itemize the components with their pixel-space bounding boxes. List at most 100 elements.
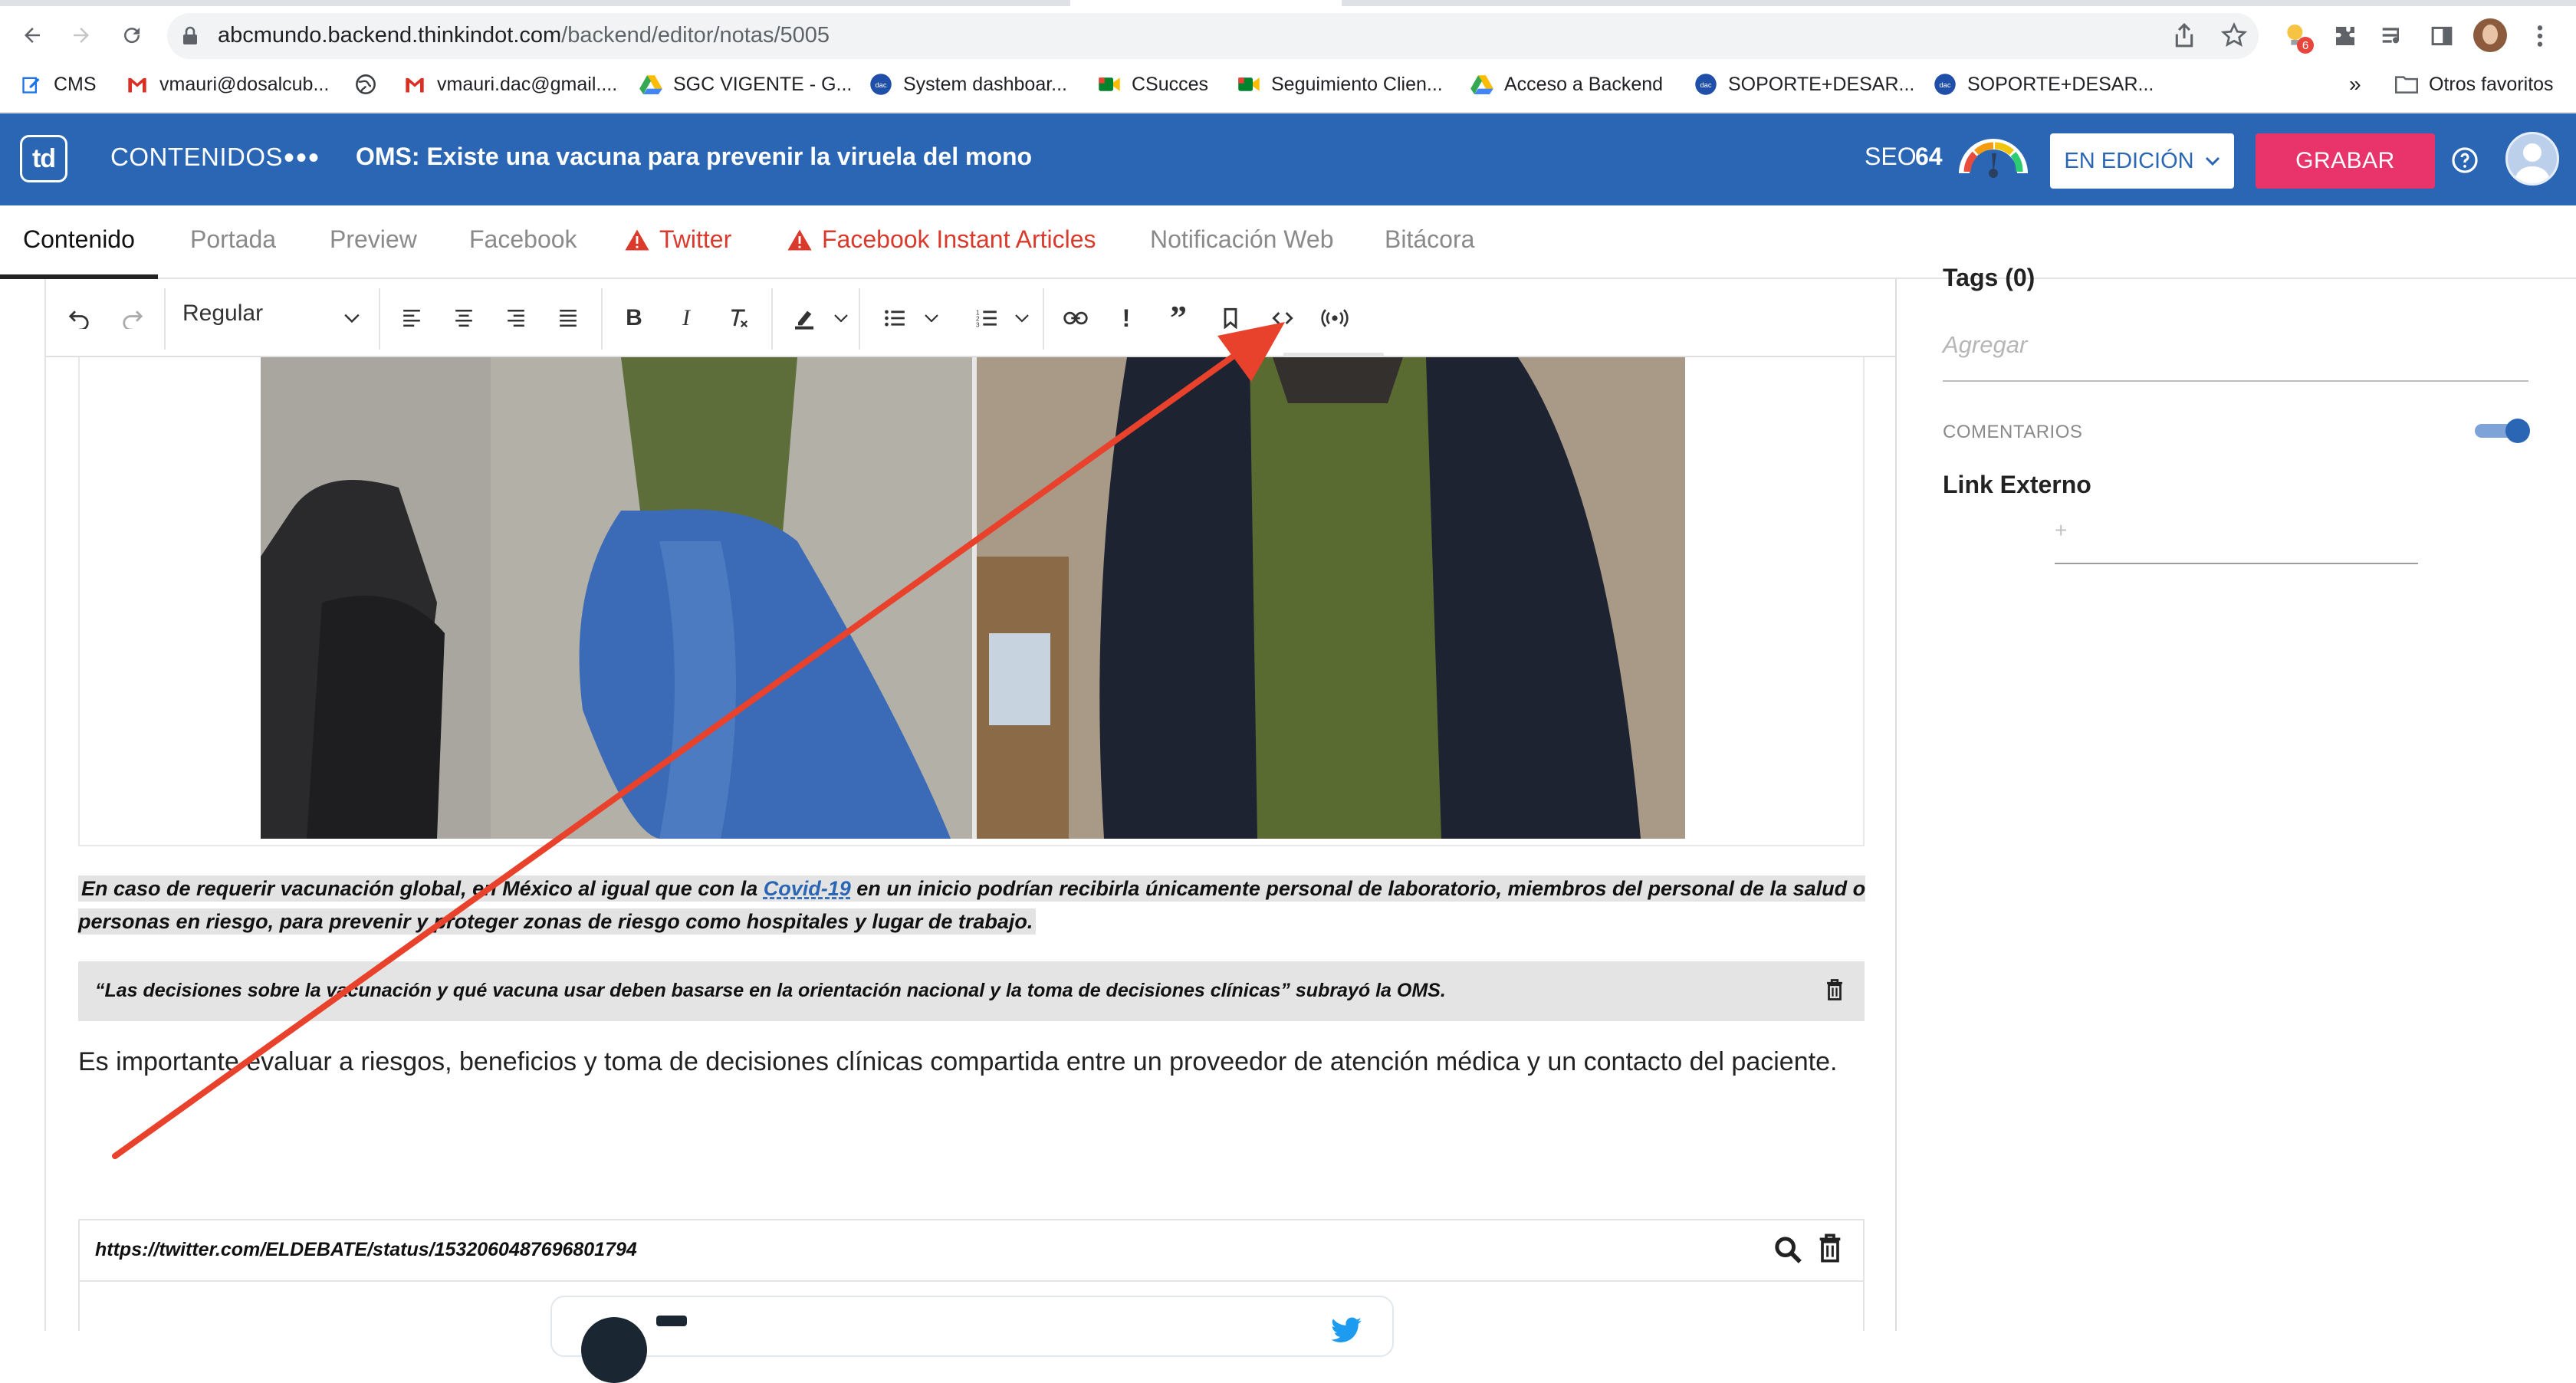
embed-code-icon[interactable] [1265,301,1300,336]
body-paragraph[interactable]: Es importante evaluar a riesgos, benefic… [78,1047,1837,1077]
profile-avatar[interactable] [2473,18,2507,52]
svg-text:dac: dac [1700,81,1711,89]
tab-notificacion-web[interactable]: Notificación Web [1150,225,1334,254]
bookmark-item[interactable]: SGC VIGENTE - G... [639,71,852,98]
tags-input[interactable]: Agregar [1943,331,2027,359]
bookmark-item[interactable]: vmauri@dosalcub... [126,71,329,98]
tab-facebook[interactable]: Facebook [469,225,577,254]
bookmark-item[interactable]: Acceso a Backend [1470,71,1663,98]
extensions-puzzle-icon[interactable] [2328,18,2363,54]
external-link-input[interactable]: + [2055,518,2067,543]
quote-text[interactable]: “Las decisiones sobre la vacunación y qu… [95,980,1446,1002]
back-icon[interactable] [14,17,51,54]
toolbar-divider [379,288,380,350]
comments-label: COMENTARIOS [1943,422,2083,442]
media-queue-icon[interactable] [2375,18,2410,54]
reload-icon[interactable] [113,17,150,54]
comments-toggle[interactable] [2473,417,2533,445]
embed-url[interactable]: https://twitter.com/ELDEBATE/status/1532… [95,1239,637,1261]
globe-icon [354,73,377,96]
image-caption[interactable]: En caso de requerir vacunación global, e… [78,872,1872,938]
align-left-icon[interactable] [394,301,429,336]
bookmark-item[interactable]: dac SOPORTE+DESAR... [1694,71,1914,98]
tweet-author-name [656,1316,687,1326]
clear-format-icon[interactable] [721,301,756,336]
tags-title: Tags (0) [1943,264,2036,291]
tab-twitter[interactable]: Twitter [624,225,731,254]
trash-icon[interactable] [1817,1233,1843,1263]
toolbar-divider [1043,288,1044,350]
seo-gauge-icon[interactable] [1958,133,2029,181]
bullet-list-icon[interactable] [877,301,912,336]
align-justify-icon[interactable] [550,301,586,336]
meet-icon [1098,73,1121,96]
bookmark-icon[interactable] [1213,301,1248,336]
help-icon[interactable] [2450,146,2479,175]
browser-active-tab[interactable] [1070,0,1342,6]
bookmark-item[interactable]: Seguimiento Clien... [1237,71,1443,98]
chevron-down-icon[interactable] [1004,301,1040,336]
highlight-icon[interactable] [787,301,822,336]
tweet-avatar [581,1317,647,1383]
chevron-down-icon[interactable] [823,301,859,336]
bookmark-item[interactable]: dac System dashboar... [869,71,1067,98]
svg-text:3: 3 [976,322,980,328]
tweet-preview[interactable] [550,1296,1394,1357]
tab-portada[interactable]: Portada [190,225,276,254]
tab-preview[interactable]: Preview [330,225,417,254]
bookmark-item[interactable]: CSucces [1098,71,1208,98]
bookmark-item[interactable]: vmauri.dac@gmail.... [403,71,617,98]
align-right-icon[interactable] [498,301,534,336]
svg-text:dac: dac [1939,81,1950,89]
bookmarks-overflow-button[interactable]: » [2349,71,2361,98]
star-icon[interactable] [2220,21,2248,49]
gmail-icon [126,73,149,96]
article-photo[interactable] [261,357,1685,839]
bold-icon[interactable]: B [616,301,652,336]
tab-facebook-instant-articles[interactable]: Facebook Instant Articles [787,225,1096,254]
tab-contenido[interactable]: Contenido [23,225,135,254]
caption-link[interactable]: Covid-19 [764,877,851,900]
align-center-icon[interactable] [446,301,481,336]
twitter-bird-icon [1329,1317,1363,1345]
bookmark-item[interactable] [354,71,388,98]
exclamation-icon[interactable]: ! [1109,301,1144,336]
more-options-button[interactable]: ••• [284,143,320,173]
toolbar-divider [859,288,860,350]
chevron-down-icon[interactable] [914,301,949,336]
undo-icon[interactable] [61,301,97,336]
side-panel-icon[interactable] [2424,18,2459,54]
user-avatar[interactable] [2505,132,2559,186]
external-link-underline [2055,563,2418,564]
chevron-down-icon[interactable] [334,301,370,336]
app-logo[interactable]: td [20,135,67,182]
meet-icon [1237,73,1260,96]
broadcast-icon[interactable] [1317,301,1352,336]
save-button[interactable]: GRABAR [2256,133,2435,189]
share-icon[interactable] [2171,21,2197,49]
section-menu[interactable]: CONTENIDOS [110,143,283,172]
dac-icon: dac [1694,73,1717,96]
search-icon[interactable] [1773,1234,1803,1265]
link-icon[interactable] [1058,301,1093,336]
tab-bitacora[interactable]: Bitácora [1385,225,1474,254]
dac-icon: dac [1934,73,1957,96]
bookmark-item[interactable]: CMS [20,71,97,98]
italic-icon[interactable]: I [669,301,704,336]
bookmark-item[interactable]: dac SOPORTE+DESAR... [1934,71,2154,98]
lock-icon[interactable] [181,26,199,46]
url-text[interactable]: abcmundo.backend.thinkindot.com/backend/… [218,21,830,49]
forward-icon[interactable] [63,17,100,54]
page-title: OMS: Existe una vacuna para prevenir la … [356,143,1033,170]
numbered-list-icon[interactable]: 123 [969,301,1004,336]
quote-icon[interactable]: ” [1161,301,1196,336]
paragraph-style-dropdown[interactable]: Regular [182,301,263,327]
trash-icon[interactable] [1825,978,1848,1003]
folder-icon [2395,73,2418,96]
browser-menu-icon[interactable] [2522,18,2558,54]
warning-icon [624,228,650,251]
redo-icon[interactable] [115,301,150,336]
other-bookmarks-folder[interactable]: Otros favoritos [2395,71,2554,98]
status-dropdown[interactable]: EN EDICIÓN [2050,133,2234,189]
toolbar-divider [164,288,166,350]
